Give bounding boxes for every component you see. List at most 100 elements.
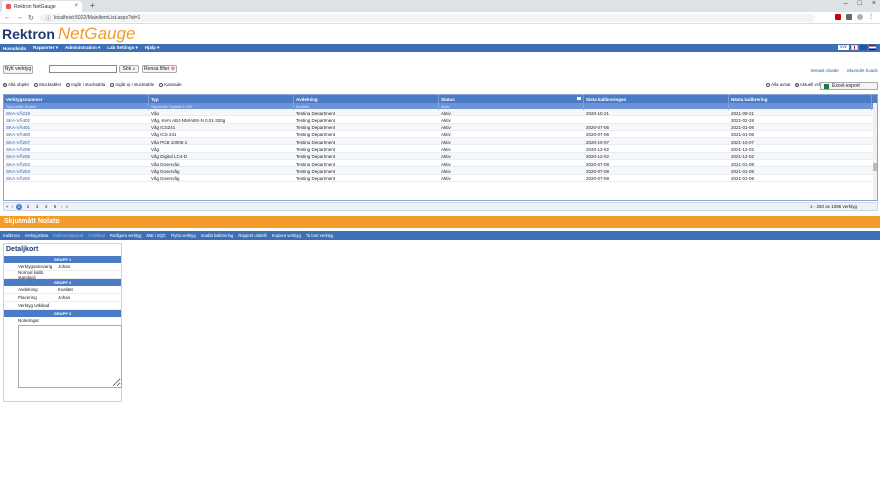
menu-home[interactable]: Huvudsida [3, 46, 26, 51]
language-select[interactable]: SVE [837, 45, 849, 50]
menu-administration[interactable]: Administration ▾ [65, 45, 100, 51]
detail-label: Verktyg Utkikad [18, 303, 50, 308]
tool-number-link[interactable]: SKA-VÅ203 [4, 167, 149, 174]
tool-number-link[interactable]: SKA-VÅ219 [4, 109, 149, 116]
radio-all-departments[interactable]: Alla avsar [766, 82, 791, 87]
table-row[interactable]: SKA-VÅ204 Våg Doservåg Testing Department A… [4, 160, 877, 168]
table-row[interactable]: SKA-VÅ207 Våg PCB 10005-1 Testing Departme… [4, 138, 877, 146]
reload-icon[interactable]: ↻ [28, 14, 34, 22]
maximize-icon[interactable]: □ [858, 0, 862, 7]
logo-rektron: Rektron [2, 26, 55, 42]
action-link[interactable]: Redigera verktyg [110, 233, 142, 238]
table-row[interactable]: SKA-VÅ205 Våg Digital LC4-D Testing Depart… [4, 152, 877, 161]
grid-scrollbar[interactable] [873, 103, 877, 200]
tool-number-link[interactable]: SKA-VÅ206 [4, 145, 149, 152]
column-header[interactable]: Sista kalibreringen [584, 95, 729, 104]
menu-lab-settings[interactable]: Lab Settings ▾ [107, 45, 138, 51]
column-header[interactable]: Status [439, 95, 584, 104]
radio-not-in-stucktable[interactable]: Ingår ej i stucktable [110, 82, 154, 87]
column-header[interactable]: Verktygsnummer [4, 95, 149, 104]
window-close-icon[interactable]: × [872, 0, 876, 7]
flag-icon[interactable] [851, 45, 858, 50]
action-link[interactable]: Snabb kalibrering [201, 233, 234, 238]
action-link[interactable]: Rapport utskrift [238, 233, 266, 238]
table-row[interactable]: SKA-VÅ202 Våg Doservåg Testing Department A… [4, 175, 877, 182]
tool-number-link[interactable]: SKA-VÅ202 [4, 175, 149, 181]
new-tab-icon[interactable]: + [90, 1, 95, 10]
table-cell: Aktiv [441, 176, 451, 181]
page-link[interactable]: 3 [34, 204, 40, 209]
flag-icon[interactable] [869, 45, 876, 50]
radio-all-objects[interactable]: Alla objekt [3, 82, 29, 87]
table-row[interactable]: SKA-VÅ203 Våg Doservåg Testing Department A… [4, 167, 877, 175]
url-field[interactable]: ⓘ localhost:5022/MainItemList.aspx?id=1 [40, 14, 815, 22]
pager-info: 1 - 250 av 1095 verktyg [809, 204, 857, 209]
tool-number-link[interactable]: SKA-VÅ401 [4, 124, 149, 130]
action-link[interactable]: Mät i SQC [147, 233, 166, 238]
table-row[interactable]: SKA-VÅ206 Våg Testing Department Aktiv 2020-… [4, 145, 877, 153]
detail-row: Normal kalib. standard [4, 270, 121, 280]
more-icon[interactable]: ⋮ [868, 14, 874, 20]
radio-in-stucktable[interactable]: Ingår i stucktabla [66, 82, 105, 87]
recent-link[interactable]: Senast visade [810, 68, 838, 73]
table-cell: Våg Doservåg [151, 176, 180, 181]
action-link[interactable]: Certifikat [88, 233, 105, 238]
tool-number-link[interactable]: SKA-VÅ204 [4, 160, 149, 167]
column-header[interactable]: Avdelning [294, 95, 439, 104]
forward-icon[interactable]: → [16, 14, 23, 21]
table-cell: Våg PCB 10005-1 [151, 139, 188, 145]
table-row[interactable]: SKA-VÅ219 Våg Testing Department Aktiv 2020-… [4, 109, 877, 117]
action-link[interactable]: Verktygslista [25, 233, 49, 238]
latest-link[interactable]: Skumdet hoadc [847, 68, 878, 73]
action-link[interactable]: Ta bort verktyg [306, 233, 333, 238]
page-link[interactable]: 1 [16, 203, 23, 210]
next-page-icon[interactable]: › [61, 204, 63, 209]
radio-discarded[interactable]: Kassade [159, 82, 182, 87]
column-header[interactable]: Typ [149, 95, 294, 104]
table-cell: Aktiv [441, 161, 451, 167]
notes-textarea[interactable] [18, 325, 122, 388]
browser-tab[interactable]: Rektron NetGauge × [2, 1, 82, 12]
radio-label: Kassade [164, 82, 182, 87]
first-page-icon[interactable]: « [6, 204, 9, 209]
back-icon[interactable]: ← [4, 14, 11, 21]
action-link[interactable]: Kalibreringsserti [53, 233, 83, 238]
excel-export-button[interactable]: Excel-export [820, 82, 878, 90]
detail-row: Placering Johan [4, 294, 121, 302]
tool-number-link[interactable]: SKA-VÅ205 [4, 153, 149, 159]
last-page-icon[interactable]: » [66, 204, 69, 209]
page-link[interactable]: 2 [25, 204, 31, 209]
clear-filter-button[interactable]: Rensa filter ⊗ [142, 65, 177, 73]
page-link[interactable]: 4 [43, 204, 49, 209]
flag-icon[interactable] [860, 45, 867, 50]
new-tool-button[interactable]: Nytt verktyg [3, 65, 33, 74]
prev-page-icon[interactable]: ‹ [12, 204, 14, 209]
close-icon[interactable]: × [74, 3, 78, 9]
extension-icon[interactable] [835, 14, 841, 20]
table-row[interactable]: SKA-VÅ402 Våg, Kern ABJ-NM/ABS-N 0,01-320… [4, 116, 877, 124]
tool-number-link[interactable]: SKA-VÅ207 [4, 138, 149, 145]
table-row[interactable]: SKA-VÅ401 Våg ICS241 Testing Department Akt… [4, 123, 877, 131]
action-link[interactable]: Kopiera verktyg [272, 233, 301, 238]
minimize-icon[interactable]: – [844, 0, 848, 7]
profile-icon[interactable] [857, 14, 863, 20]
detail-title: Detaljkort [6, 246, 39, 253]
search-button[interactable]: Sök ⌕ [119, 65, 139, 73]
radio-stucktabler[interactable]: Stucktabler [33, 82, 61, 87]
filter-icon[interactable] [577, 97, 581, 100]
scroll-thumb[interactable] [873, 163, 877, 171]
puzzle-icon[interactable] [846, 14, 852, 20]
table-cell: 2020-07-08 [586, 168, 610, 174]
action-link[interactable]: Kalibrera [3, 233, 20, 238]
table-row[interactable]: SKA-VÅ400 Våg ICS 241 Testing Department Ak… [4, 131, 877, 139]
search-input[interactable] [49, 65, 117, 73]
action-link[interactable]: Flytta verktyg [171, 233, 196, 238]
menu-reports[interactable]: Rapporter ▾ [33, 45, 58, 51]
tool-number-link[interactable]: SKA-VÅ400 [4, 131, 149, 137]
app-logo[interactable]: Rektron NetGauge [2, 24, 135, 44]
tool-number-link[interactable]: SKA-VÅ402 [4, 116, 149, 123]
column-header[interactable]: Nästa kalibrering [729, 95, 872, 104]
menu-help[interactable]: Hjälp ▾ [145, 45, 160, 51]
page-link[interactable]: 5 [52, 204, 58, 209]
radio-current-site[interactable]: Aktuell vckt [794, 82, 823, 87]
